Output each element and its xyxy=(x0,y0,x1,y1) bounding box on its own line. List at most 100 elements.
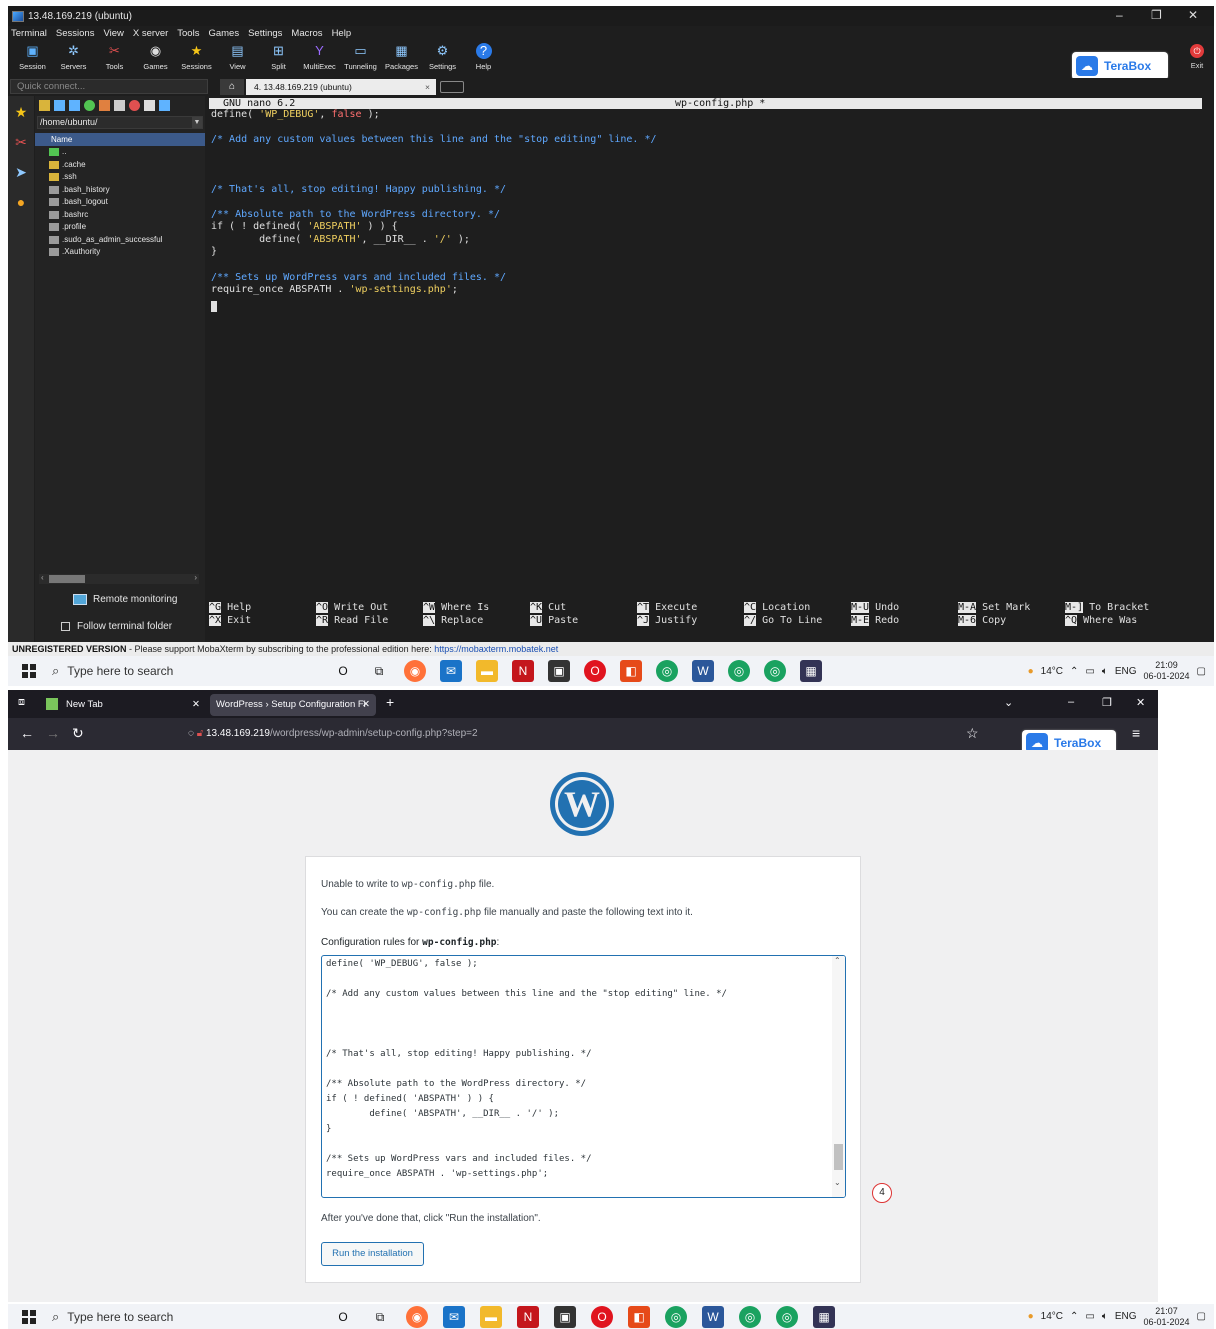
windows-start-icon[interactable] xyxy=(22,664,36,678)
toolbar-help-button[interactable]: ? Help xyxy=(463,40,504,71)
chrome-icon[interactable]: ◎ xyxy=(665,1305,687,1328)
restore-icon[interactable]: ❐ xyxy=(1102,696,1112,709)
mail-icon[interactable]: ✉ xyxy=(440,660,462,682)
netflix-icon[interactable]: N xyxy=(512,660,534,682)
language-indicator[interactable]: ENG xyxy=(1115,1311,1137,1322)
menu-help[interactable]: Help xyxy=(332,28,352,39)
session-tab[interactable]: 4. 13.48.169.219 (ubuntu) × xyxy=(246,79,436,95)
tree-item[interactable]: .ssh xyxy=(35,171,205,184)
cortana-icon[interactable]: O xyxy=(332,1306,354,1328)
chrome-profile-2-icon[interactable]: ◎ xyxy=(776,1305,798,1328)
exit-button[interactable]: ⏻ Exit xyxy=(1190,44,1204,70)
mobatek-link[interactable]: https://mobaxterm.mobatek.net xyxy=(434,644,558,654)
send-icon[interactable]: ➤ xyxy=(11,162,31,182)
path-input[interactable]: /home/ubuntu/ ▼ xyxy=(37,116,203,129)
language-indicator[interactable]: ENG xyxy=(1115,666,1137,677)
store-icon[interactable]: ▣ xyxy=(554,1305,576,1328)
office-icon[interactable]: ◧ xyxy=(628,1305,650,1328)
taskbar-search-box[interactable]: ⌕ Type here to search xyxy=(52,656,322,686)
menu-macros[interactable]: Macros xyxy=(291,28,322,39)
refresh-icon[interactable] xyxy=(84,100,95,111)
upload-icon[interactable] xyxy=(69,100,80,111)
tree-item[interactable]: .bashrc xyxy=(35,209,205,222)
chrome-profile-icon[interactable]: ◎ xyxy=(728,660,750,682)
windows-start-icon[interactable] xyxy=(22,1309,36,1324)
tree-item[interactable]: .cache xyxy=(35,159,205,172)
clock[interactable]: 21:09 06-01-2024 xyxy=(1144,660,1190,682)
tab-close-icon[interactable]: ✕ xyxy=(362,694,370,716)
tree-item[interactable]: .profile xyxy=(35,221,205,234)
toolbar-tools-button[interactable]: ✂ Tools xyxy=(94,40,135,71)
mail-icon[interactable]: ✉ xyxy=(443,1305,465,1328)
toolbar-split-button[interactable]: ⊞ Split xyxy=(258,40,299,71)
weather-icon[interactable]: ● xyxy=(1028,1311,1034,1322)
toolbar-multiexec-button[interactable]: Y MultiExec xyxy=(299,40,340,71)
chrome-profile-2-icon[interactable]: ◎ xyxy=(764,660,786,682)
office-icon[interactable]: ◧ xyxy=(620,660,642,682)
tools-icon[interactable]: ✂ xyxy=(11,132,31,152)
config-textarea[interactable]: define( 'WP_DEBUG', false ); /* Add any … xyxy=(321,955,846,1198)
tab-new-tab[interactable]: New Tab ✕ xyxy=(40,694,206,716)
tab-close-icon[interactable]: ✕ xyxy=(192,694,200,716)
url-bar[interactable]: ◌ 🔓︎ 13.48.169.219/wordpress/wp-admin/se… xyxy=(184,722,974,746)
home-tab[interactable]: ⌂ xyxy=(220,79,244,95)
textarea-scrollbar[interactable]: ⌃ ⌄ xyxy=(832,956,845,1197)
terminal-icon[interactable] xyxy=(159,100,170,111)
new-tab-button[interactable] xyxy=(440,81,464,93)
tree-item[interactable]: .bash_history xyxy=(35,184,205,197)
bookmark-star-icon[interactable]: ☆ xyxy=(966,725,979,742)
tree-item[interactable]: .. xyxy=(35,146,205,159)
task-view-icon[interactable]: ⧉ xyxy=(368,660,390,682)
taskbar-search-box[interactable]: ⌕ Type here to search xyxy=(52,1304,322,1329)
menu-xserver[interactable]: X server xyxy=(133,28,168,39)
new-tab-plus-icon[interactable]: + xyxy=(386,694,394,710)
chevron-up-icon[interactable]: ⌃ xyxy=(1070,1311,1078,1322)
tab-close-icon[interactable]: × xyxy=(425,79,430,95)
opera-icon[interactable]: O xyxy=(591,1305,613,1328)
weather-icon[interactable]: ● xyxy=(1028,666,1034,677)
terabox-button[interactable]: ☁ TeraBox xyxy=(1072,52,1168,80)
mobaxterm-taskbar-icon[interactable]: ▦ xyxy=(813,1305,835,1328)
quick-connect-input[interactable]: Quick connect... xyxy=(10,79,208,94)
menu-settings[interactable]: Settings xyxy=(248,28,282,39)
delete-icon[interactable] xyxy=(129,100,140,111)
tab-list-icon[interactable]: ⧈ xyxy=(18,696,25,709)
menu-sessions[interactable]: Sessions xyxy=(56,28,95,39)
clock[interactable]: 21:07 06-01-2024 xyxy=(1144,1306,1190,1328)
chevron-down-icon[interactable]: ⌄ xyxy=(1004,696,1013,709)
notification-icon[interactable]: ▢ xyxy=(1197,1311,1206,1322)
star-icon[interactable]: ★ xyxy=(11,102,31,122)
menu-terminal[interactable]: Terminal xyxy=(11,28,47,39)
minimize-icon[interactable]: – xyxy=(1068,696,1074,708)
toolbar-packages-button[interactable]: ▦ Packages xyxy=(381,40,422,71)
firefox-icon[interactable]: ◉ xyxy=(406,1305,428,1328)
store-icon[interactable]: ▣ xyxy=(548,660,570,682)
toolbar-sessions-button[interactable]: ★ Sessions xyxy=(176,40,217,71)
tree-item[interactable]: .bash_logout xyxy=(35,196,205,209)
menu-icon[interactable]: ≡ xyxy=(1132,725,1140,741)
tree-header[interactable]: Name xyxy=(35,133,205,146)
back-icon[interactable]: ← xyxy=(20,725,34,741)
netflix-icon[interactable]: N xyxy=(517,1305,539,1328)
minimize-icon[interactable]: – xyxy=(1116,8,1123,22)
chevron-up-icon[interactable]: ⌃ xyxy=(834,956,841,965)
folder-icon[interactable] xyxy=(39,100,50,111)
toolbar-settings-button[interactable]: ⚙ Settings xyxy=(422,40,463,71)
sftp-icon[interactable]: ● xyxy=(11,192,31,212)
toolbar-games-button[interactable]: ◉ Games xyxy=(135,40,176,71)
reload-icon[interactable]: ↻ xyxy=(72,725,84,742)
volume-icon[interactable]: 🔈︎ xyxy=(1102,666,1108,677)
toolbar-session-button[interactable]: ▣ Session xyxy=(12,40,53,71)
tab-wordpress-setup[interactable]: WordPress › Setup Configuration Fi ✕ xyxy=(210,694,376,716)
scrollbar-thumb[interactable] xyxy=(49,575,85,583)
file-explorer-icon[interactable]: ▬ xyxy=(476,660,498,682)
close-icon[interactable]: ✕ xyxy=(1188,8,1198,22)
volume-icon[interactable]: 🔈︎ xyxy=(1102,1311,1108,1322)
menu-view[interactable]: View xyxy=(103,28,123,39)
file-icon[interactable] xyxy=(144,100,155,111)
chrome-profile-icon[interactable]: ◎ xyxy=(739,1305,761,1328)
chrome-icon[interactable]: ◎ xyxy=(656,660,678,682)
notification-icon[interactable]: ▢ xyxy=(1197,666,1206,677)
new-file-icon[interactable] xyxy=(114,100,125,111)
opera-icon[interactable]: O xyxy=(584,660,606,682)
